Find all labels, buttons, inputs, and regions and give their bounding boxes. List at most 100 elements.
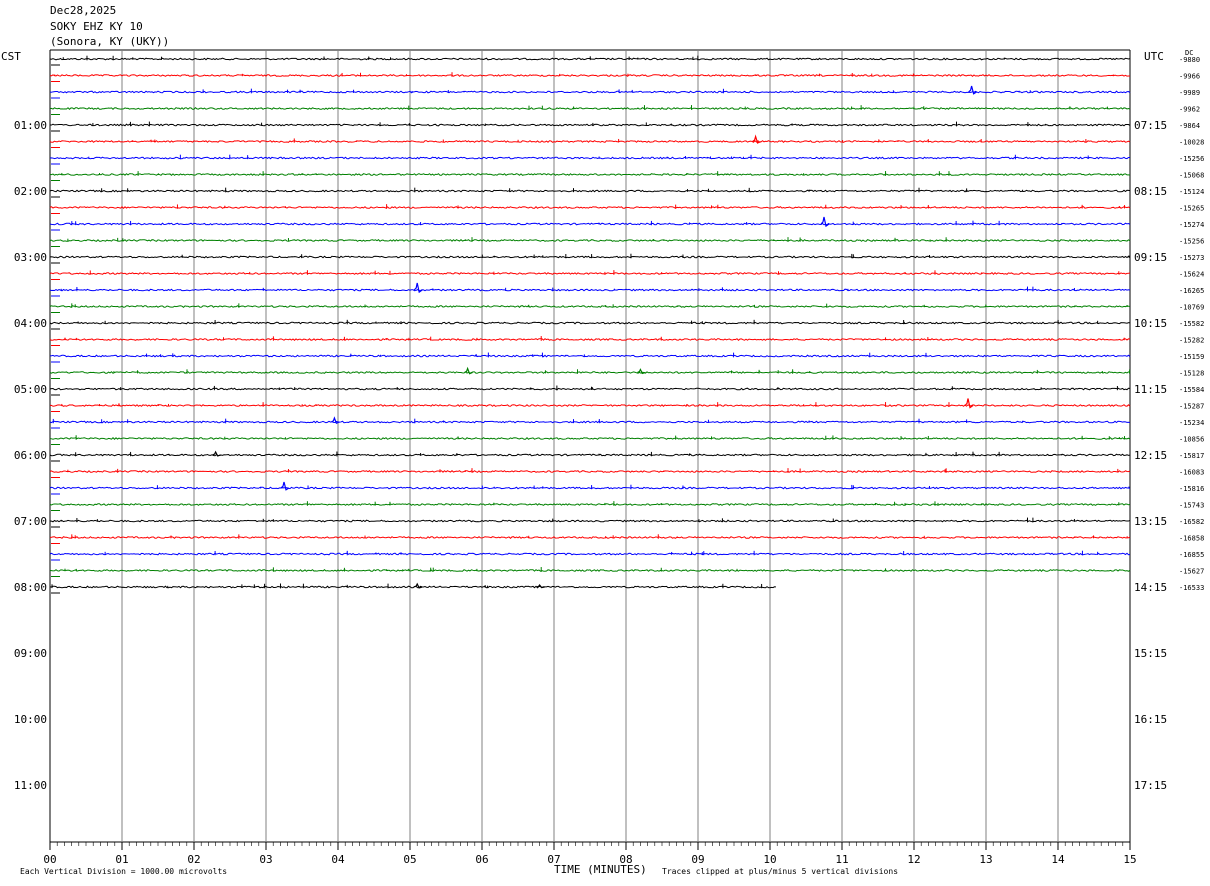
dc-offset-label: -10028 <box>1179 139 1204 147</box>
x-tick-label: 02 <box>187 853 200 866</box>
seismic-trace <box>49 321 1131 325</box>
dc-offset-label: -9864 <box>1179 122 1200 130</box>
x-tick-label: 13 <box>979 853 992 866</box>
dc-offset-label: -16582 <box>1179 518 1204 526</box>
hour-label-utc: 08:15 <box>1134 185 1167 198</box>
seismic-trace <box>49 288 1131 292</box>
dc-offset-label: -15273 <box>1179 254 1204 262</box>
dc-offset-label: -9880 <box>1179 56 1200 64</box>
x-tick-label: 01 <box>115 853 128 866</box>
seismic-trace <box>49 503 1131 507</box>
x-tick-label: 14 <box>1051 853 1065 866</box>
dc-offset-label: -10856 <box>1179 436 1204 444</box>
hour-label-utc: 12:15 <box>1134 449 1167 462</box>
dc-offset-label: -15627 <box>1179 568 1204 576</box>
seismic-trace <box>49 189 1131 193</box>
grid-layer <box>49 49 1131 850</box>
seismic-trace <box>49 371 1131 374</box>
hour-label-utc: 10:15 <box>1134 317 1167 330</box>
seismic-trace <box>49 404 1131 407</box>
seismic-trace <box>49 585 777 589</box>
seismic-trace <box>49 387 1131 391</box>
dc-offset-label: -9989 <box>1179 89 1200 97</box>
seismic-event <box>280 481 290 491</box>
seismic-trace <box>49 519 1131 523</box>
x-tick-label: 04 <box>331 853 345 866</box>
dc-offset-label: -15743 <box>1179 502 1204 510</box>
x-tick-label: 06 <box>475 853 488 866</box>
dc-offset-label: -15159 <box>1179 353 1204 361</box>
seismic-trace <box>49 107 1131 110</box>
x-tick-label: 10 <box>763 853 776 866</box>
dc-offset-label: -15817 <box>1179 452 1204 460</box>
hour-label-utc: 16:15 <box>1134 713 1167 726</box>
seismic-trace <box>49 453 1131 457</box>
dc-offset-label: -10769 <box>1179 304 1204 312</box>
seismic-trace <box>49 156 1131 160</box>
seismic-trace <box>49 354 1131 358</box>
hour-label-cst: 01:00 <box>14 119 47 132</box>
hour-label-cst: 02:00 <box>14 185 47 198</box>
hour-label-cst: 07:00 <box>14 515 47 528</box>
dc-offset-label: -15256 <box>1179 155 1204 163</box>
dc-offset-label: -16265 <box>1179 287 1204 295</box>
hour-label-utc: 11:15 <box>1134 383 1167 396</box>
seismic-trace <box>49 470 1131 473</box>
dc-offset-label: -15256 <box>1179 238 1204 246</box>
dc-offset-label: -15274 <box>1179 221 1204 229</box>
scale-note: Each Vertical Division = 1000.00 microvo… <box>20 867 228 876</box>
hour-label-utc: 14:15 <box>1134 581 1167 594</box>
seismic-trace <box>49 206 1131 209</box>
seismic-trace <box>49 569 1131 573</box>
x-tick-label: 11 <box>835 853 848 866</box>
hour-label-utc: 09:15 <box>1134 251 1167 264</box>
seismic-trace <box>49 552 1131 556</box>
clip-note: Traces clipped at plus/minus 5 vertical … <box>662 867 899 876</box>
dc-offset-label: -15282 <box>1179 337 1204 345</box>
seismic-trace <box>49 536 1131 539</box>
seismic-trace <box>49 173 1131 176</box>
dc-offset-label: -15624 <box>1179 271 1204 279</box>
hour-label-cst: 06:00 <box>14 449 47 462</box>
dc-offset-label: -16855 <box>1179 551 1204 559</box>
dc-offset-label: -15068 <box>1179 172 1204 180</box>
dc-offset-label: -15128 <box>1179 370 1204 378</box>
seismic-trace <box>49 305 1131 308</box>
dc-offset-label: -15816 <box>1179 485 1204 493</box>
dc-offset-label: -16533 <box>1179 584 1204 592</box>
hour-label-cst: 11:00 <box>14 779 47 792</box>
x-tick-label: 05 <box>403 853 416 866</box>
hour-label-cst: 04:00 <box>14 317 47 330</box>
seismic-trace <box>49 255 1131 259</box>
x-tick-label: 09 <box>691 853 704 866</box>
dc-offset-label: -9962 <box>1179 106 1200 114</box>
dc-offset-label: -9966 <box>1179 73 1200 81</box>
helicorder-plot: 00 01 02 03 04 05 06 07 08 09 10 11 12 13 14 1501:0002:… <box>14 49 1204 866</box>
seismic-trace <box>49 222 1131 226</box>
x-tick-label: 03 <box>259 853 272 866</box>
dc-offset-label: -16858 <box>1179 535 1204 543</box>
x-tick-label: 15 <box>1123 853 1136 866</box>
dc-offset-label: -16083 <box>1179 469 1204 477</box>
hour-label-cst: 10:00 <box>14 713 47 726</box>
seismic-trace <box>49 338 1131 342</box>
dc-offset-label: -15287 <box>1179 403 1204 411</box>
seismic-trace <box>49 486 1131 490</box>
x-tick-label: 12 <box>907 853 920 866</box>
dc-offset-label: -15582 <box>1179 320 1204 328</box>
seismic-trace <box>49 272 1131 276</box>
hour-label-utc: 15:15 <box>1134 647 1167 660</box>
hour-label-utc: 07:15 <box>1134 119 1167 132</box>
label-layer: 00 01 02 03 04 05 06 07 08 09 10 11 12 13 14 1501:0002:… <box>14 56 1204 866</box>
seismic-trace <box>49 239 1131 242</box>
dc-offset-label: -15124 <box>1179 188 1204 196</box>
seismic-trace <box>49 123 1131 127</box>
seismic-trace <box>49 90 1131 94</box>
trace-layer <box>49 55 1131 594</box>
dc-offset-label: -15234 <box>1179 419 1204 427</box>
dc-offset-label: -15265 <box>1179 205 1204 213</box>
hour-label-cst: 08:00 <box>14 581 47 594</box>
hour-label-utc: 17:15 <box>1134 779 1167 792</box>
x-axis-title: TIME (MINUTES) <box>554 863 647 876</box>
hour-label-cst: 05:00 <box>14 383 47 396</box>
